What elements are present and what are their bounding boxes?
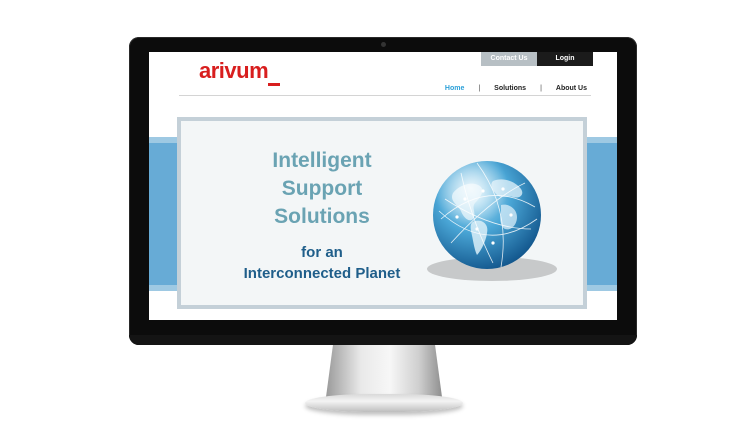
- contact-us-button[interactable]: Contact Us: [481, 52, 537, 66]
- headline-line-2: Support: [281, 177, 363, 200]
- monitor-stand-base: [305, 394, 463, 412]
- brand-logo[interactable]: arivum: [199, 58, 269, 84]
- hero-subline: for an Interconnected Planet: [205, 243, 439, 285]
- utility-bar: Contact Us Login: [481, 52, 593, 66]
- nav-item-home[interactable]: Home: [445, 85, 464, 92]
- globe-icon: [433, 161, 541, 269]
- hero-headline: Intelligent Support Solutions: [243, 147, 401, 231]
- subline-line-1: for an: [301, 244, 343, 261]
- logo-mark-icon: [268, 83, 280, 86]
- camera-icon: [381, 42, 386, 47]
- monitor-bezel: Contact Us Login arivum Home | Solutions…: [129, 37, 637, 345]
- subline-line-2: Interconnected Planet: [243, 265, 401, 282]
- nav-separator: |: [540, 85, 542, 92]
- headline-line-1: Intelligent: [272, 149, 372, 172]
- headline-line-3: Solutions: [274, 205, 370, 228]
- nav-separator: |: [478, 85, 481, 92]
- monitor-chin: [129, 335, 637, 345]
- screen: Contact Us Login arivum Home | Solutions…: [149, 52, 617, 320]
- hero-banner[interactable]: Intelligent Support Solutions for an Int…: [177, 117, 587, 309]
- nav-item-about-us[interactable]: About Us: [556, 85, 587, 92]
- main-nav: Home | Solutions | About Us: [445, 85, 587, 92]
- login-button[interactable]: Login: [537, 52, 593, 66]
- nav-divider: [179, 95, 591, 96]
- nav-item-solutions[interactable]: Solutions: [494, 85, 526, 92]
- monitor-stand-neck: [326, 345, 442, 397]
